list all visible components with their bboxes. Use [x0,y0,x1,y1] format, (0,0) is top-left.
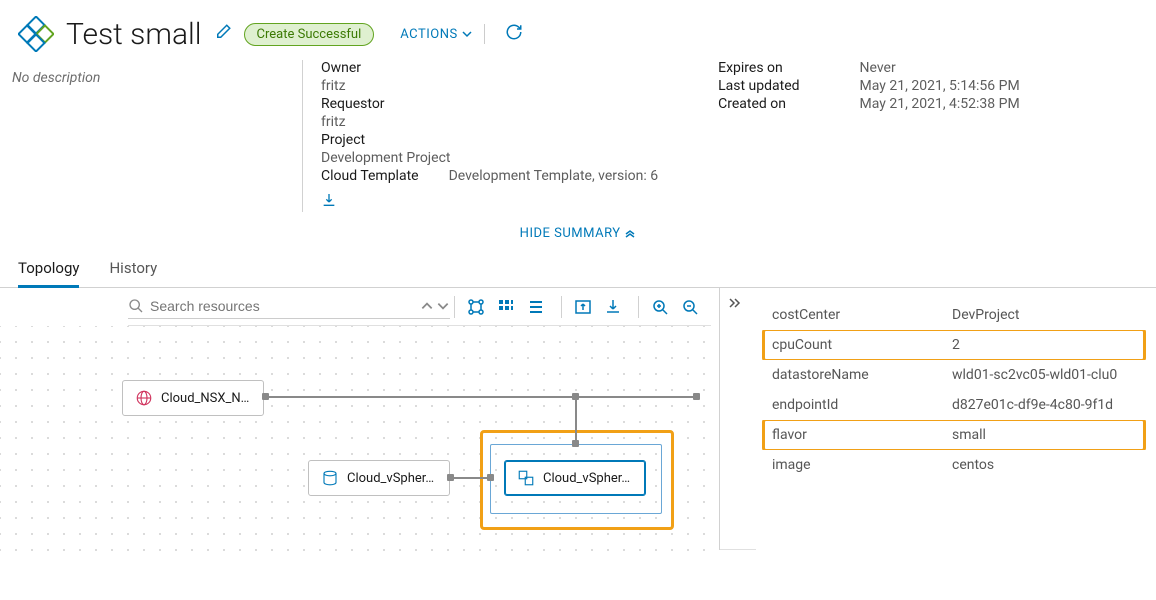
view-list-icon[interactable] [525,296,547,318]
zoom-out-icon[interactable] [679,296,701,318]
project-label: Project [321,132,658,148]
owner-label: Owner [321,60,658,76]
created-value: May 21, 2021, 4:52:38 PM [860,96,1020,112]
prop-row: flavorsmall [756,420,1156,450]
expires-value: Never [860,60,1020,76]
network-icon [135,389,153,407]
topology-canvas[interactable]: Cloud_NSX_N… Cloud_vSpher… Cloud_vSpher… [0,326,719,556]
expand-panel-icon[interactable] [720,288,756,550]
hide-summary-toggle[interactable]: HIDE SUMMARY [0,220,1156,251]
updated-value: May 21, 2021, 5:14:56 PM [860,78,1020,94]
project-value: Development Project [321,150,658,166]
canvas-toolbar [128,288,711,326]
created-label: Created on [718,96,799,112]
updated-label: Last updated [718,78,799,94]
prop-row: cpuCount2 [756,330,1156,360]
summary-section: No description Owner fritz Requestor fri… [0,60,1156,220]
prop-row: costCenterDevProject [756,300,1156,330]
page-title: Test small [66,17,202,52]
search-icon [128,298,144,314]
owner-value: fritz [321,78,658,94]
description: No description [12,60,302,212]
topology-canvas-area: Cloud_NSX_N… Cloud_vSpher… Cloud_vSpher… [0,288,720,550]
status-badge: Create Successful [244,23,375,46]
tab-topology[interactable]: Topology [18,251,79,288]
search-input-wrap [128,294,450,319]
import-down-icon[interactable] [602,296,624,318]
template-label: Cloud Template [321,168,419,184]
prop-row: datastoreNamewld01-sc2vc05-wld01-clu0 [756,360,1156,390]
view-graph-icon[interactable] [465,296,487,318]
search-nav [420,299,450,313]
tab-history[interactable]: History [109,251,157,287]
template-value: Development Template, version: 6 [449,168,659,184]
actions-dropdown[interactable]: ACTIONS [400,27,471,42]
disk-icon [321,469,339,487]
zoom-in-icon[interactable] [649,296,671,318]
node-disk[interactable]: Cloud_vSpher… [308,460,450,496]
requestor-value: fritz [321,114,658,130]
tab-bar: Topology History [0,251,1156,288]
edit-icon[interactable] [214,23,232,45]
separator [484,24,485,44]
properties-panel: costCenterDevProject cpuCount2 datastore… [720,288,1156,550]
refresh-icon[interactable] [505,23,523,45]
requestor-label: Requestor [321,96,658,112]
prop-row: endpointIdd827e01c-df9e-4c80-9f1d [756,390,1156,420]
page-header: Test small Create Successful ACTIONS [0,0,1156,60]
chevron-double-up-icon [624,229,636,239]
export-up-icon[interactable] [572,296,594,318]
chevron-down-icon [462,29,472,39]
search-input[interactable] [150,298,406,314]
main-content: Cloud_NSX_N… Cloud_vSpher… Cloud_vSpher… [0,288,1156,550]
download-icon[interactable] [321,192,658,212]
chevron-up-icon[interactable] [420,299,434,313]
chevron-down-icon[interactable] [436,299,450,313]
node-nsx[interactable]: Cloud_NSX_N… [122,380,264,416]
deployment-logo-icon [18,16,54,52]
expires-label: Expires on [718,60,799,76]
properties-list: costCenterDevProject cpuCount2 datastore… [756,288,1156,550]
view-grid-icon[interactable] [495,296,517,318]
prop-row: imagecentos [756,450,1156,480]
